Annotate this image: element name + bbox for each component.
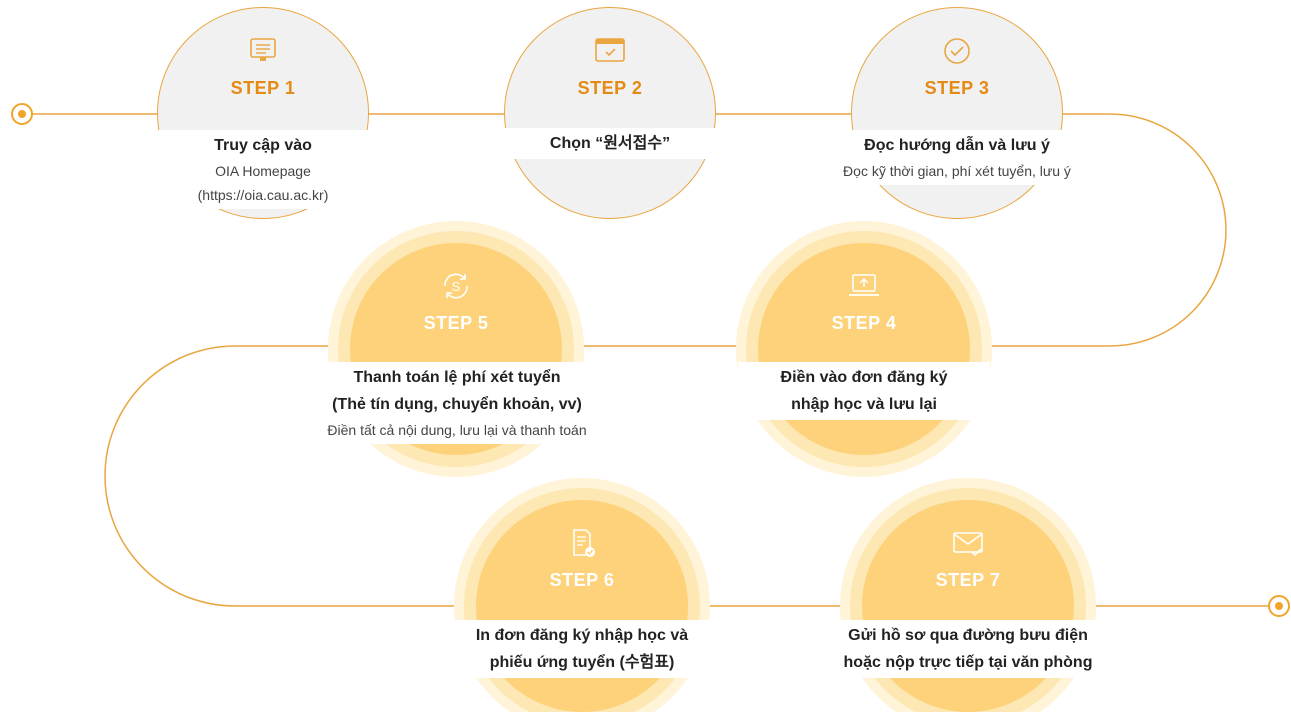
step-2-description: Chọn “원서접수” (504, 128, 716, 159)
check-circle-icon (944, 38, 970, 64)
step-1-title: Truy cập vào (214, 137, 312, 154)
step-3-sub-1: Đọc kỹ thời gian, phí xét tuyển, lưu ý (843, 163, 1071, 179)
step-1-label: STEP 1 (230, 78, 296, 98)
step-7-circle: STEP 7 (862, 500, 1074, 712)
step-2-label: STEP 2 (577, 78, 643, 98)
step-1-sub-1: OIA Homepage (215, 163, 311, 179)
step-4-label: STEP 4 (831, 313, 897, 333)
step-5-title-line-2: (Thẻ tín dụng, chuyển khoản, vv) (332, 396, 582, 413)
step-1-sub-2: (https://oia.cau.ac.kr) (197, 187, 329, 203)
document-check-icon (573, 529, 595, 557)
dollar-refresh-icon: S (444, 273, 468, 299)
window-check-icon (595, 38, 625, 62)
step-4-circle: STEP 4 (758, 243, 970, 455)
step-7-label: STEP 7 (935, 570, 1001, 590)
envelope-check-icon (953, 532, 983, 557)
step-6-title-line-2: phiếu ứng tuyển (수험표) (489, 654, 675, 671)
step-1-description: Truy cập vào OIA Homepage (https://oia.c… (157, 130, 369, 209)
step-6-description: In đơn đăng ký nhập học và phiếu ứng tuy… (430, 620, 734, 678)
track-end-point (1268, 595, 1290, 617)
step-7-title-line-1: Gửi hồ sơ qua đường bưu điện (848, 627, 1088, 644)
step-2-circle: STEP 2 (504, 7, 716, 219)
step-4-description: Điền vào đơn đăng ký nhập học và lưu lại (738, 362, 990, 420)
step-4-title-line-2: nhập học và lưu lại (791, 396, 937, 413)
step-5-label: STEP 5 (423, 313, 489, 333)
step-3-description: Đọc hướng dẫn và lưu ý Đọc kỹ thời gian,… (800, 130, 1114, 185)
laptop-upload-icon (849, 274, 879, 296)
step-7-description: Gửi hồ sơ qua đường bưu điện hoặc nộp tr… (808, 620, 1128, 678)
step-5-sub-1: Điền tất cả nội dung, lưu lại và thanh t… (327, 422, 587, 438)
step-6-label: STEP 6 (549, 570, 615, 590)
step-5-title-line-1: Thanh toán lệ phí xét tuyển (353, 369, 561, 386)
step-6-circle: STEP 6 (476, 500, 688, 712)
step-3-circle: STEP 3 (851, 7, 1063, 219)
step-6-title-line-1: In đơn đăng ký nhập học và (475, 627, 689, 644)
step-2-title: Chọn “원서접수” (549, 135, 671, 152)
step-4-title-line-1: Điền vào đơn đăng ký (780, 369, 948, 386)
step-7-title-line-2: hoặc nộp trực tiếp tại văn phòng (843, 654, 1093, 671)
step-5-description: Thanh toán lệ phí xét tuyển (Thẻ tín dụn… (280, 362, 634, 444)
monitor-list-icon (250, 38, 276, 61)
svg-text:S: S (452, 279, 461, 294)
track-start-point (11, 103, 33, 125)
step-3-label: STEP 3 (924, 78, 990, 98)
step-3-title: Đọc hướng dẫn và lưu ý (864, 137, 1050, 154)
